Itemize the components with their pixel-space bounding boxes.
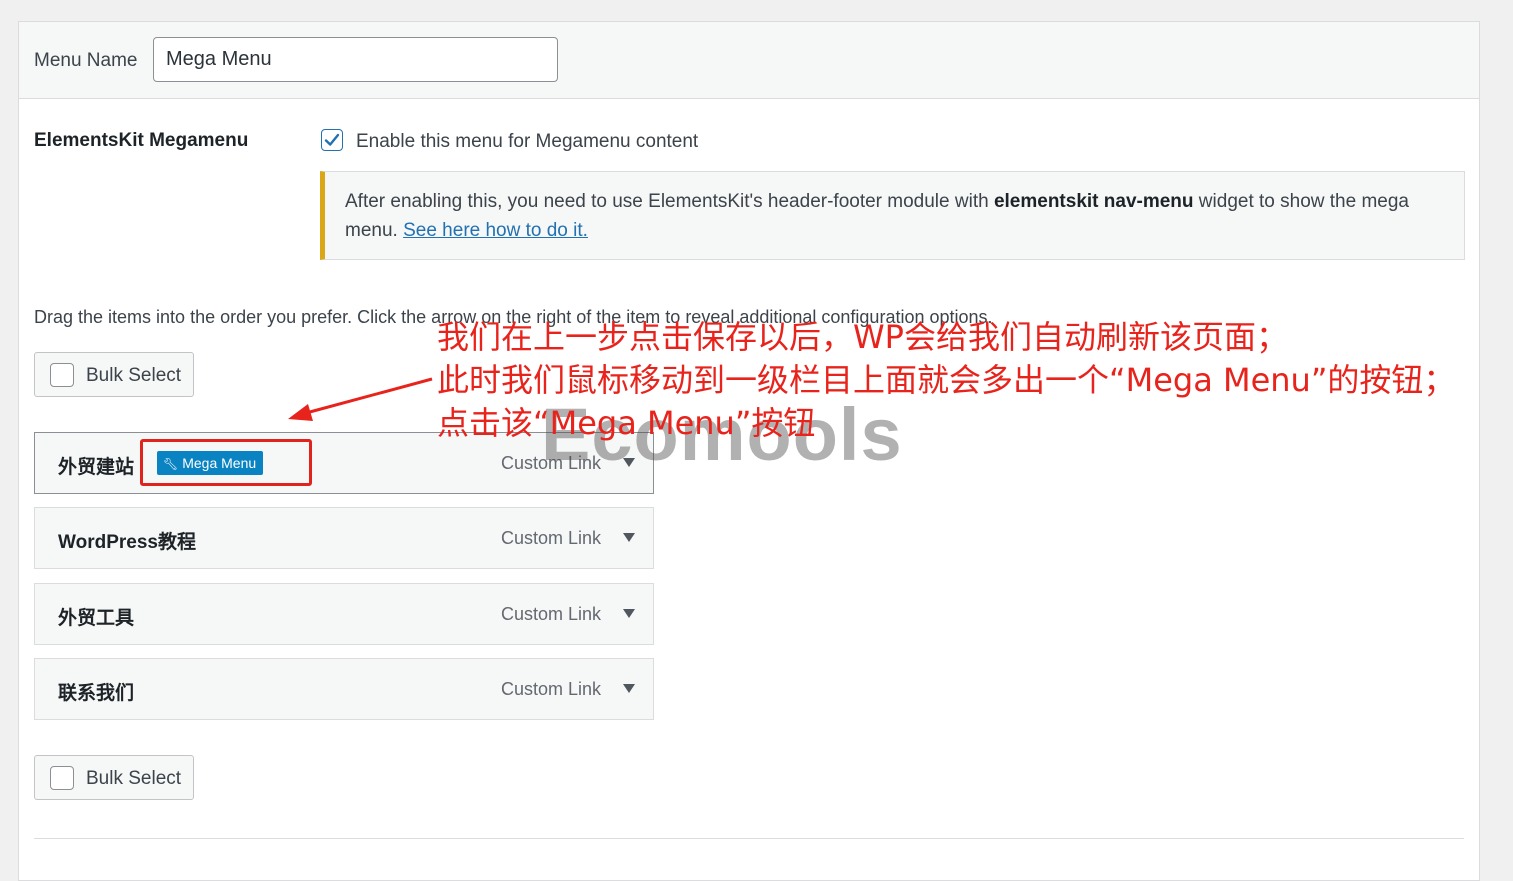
bulk-select-bottom[interactable]: Bulk Select xyxy=(34,755,194,800)
elementskit-megamenu-label: ElementsKit Megamenu xyxy=(34,130,249,151)
menu-item-title: 外贸工具 xyxy=(58,608,135,629)
annotation-text: 我们在上一步点击保存以后，WP会给我们自动刷新该页面； 此时我们鼠标移动到一级栏… xyxy=(437,316,1455,445)
menu-name-bar: Menu Name xyxy=(19,22,1479,99)
annotation-line: 此时我们鼠标移动到一级栏目上面就会多出一个“Mega Menu”的按钮； xyxy=(437,361,1456,399)
menu-item-title: WordPress教程 xyxy=(58,532,196,553)
enable-megamenu-label[interactable]: Enable this menu for Megamenu content xyxy=(356,131,698,153)
bulk-select-checkbox[interactable] xyxy=(50,766,74,790)
megamenu-notice: After enabling this, you need to use Ele… xyxy=(320,171,1465,260)
bulk-select-checkbox[interactable] xyxy=(50,363,74,387)
checkmark-icon xyxy=(324,133,340,146)
expand-arrow-icon[interactable] xyxy=(623,533,635,542)
menu-item-title: 联系我们 xyxy=(58,683,135,704)
annotation-line: 点击该“Mega Menu”按钮 xyxy=(437,404,816,442)
menu-name-input[interactable] xyxy=(153,37,558,82)
divider xyxy=(34,838,1464,839)
menu-item-type: Custom Link xyxy=(501,528,602,548)
notice-bold-text: elementskit nav-menu xyxy=(993,191,1194,212)
annotation-line: 我们在上一步点击保存以后，WP会给我们自动刷新该页面； xyxy=(437,318,1288,356)
annotation-arrow-icon xyxy=(288,377,433,421)
menu-item-type: Custom Link xyxy=(501,604,602,624)
bulk-select-top[interactable]: Bulk Select xyxy=(34,352,194,397)
menu-item[interactable]: WordPress教程 Custom Link xyxy=(34,507,654,569)
bulk-select-label: Bulk Select xyxy=(86,768,182,789)
menu-name-label: Menu Name xyxy=(34,50,138,71)
enable-megamenu-checkbox[interactable] xyxy=(321,129,343,151)
expand-arrow-icon[interactable] xyxy=(623,609,635,618)
annotation-highlight-box xyxy=(140,439,312,486)
menu-item[interactable]: 联系我们 Custom Link xyxy=(34,658,654,720)
notice-text: After enabling this, you need to use Ele… xyxy=(345,191,994,212)
menu-item-type: Custom Link xyxy=(501,679,602,699)
expand-arrow-icon[interactable] xyxy=(623,684,635,693)
menu-item-title: 外贸建站 xyxy=(58,457,135,478)
see-how-link[interactable]: See here how to do it. xyxy=(403,220,588,241)
menu-item[interactable]: 外贸工具 Custom Link xyxy=(34,583,654,645)
bulk-select-label: Bulk Select xyxy=(86,365,182,386)
